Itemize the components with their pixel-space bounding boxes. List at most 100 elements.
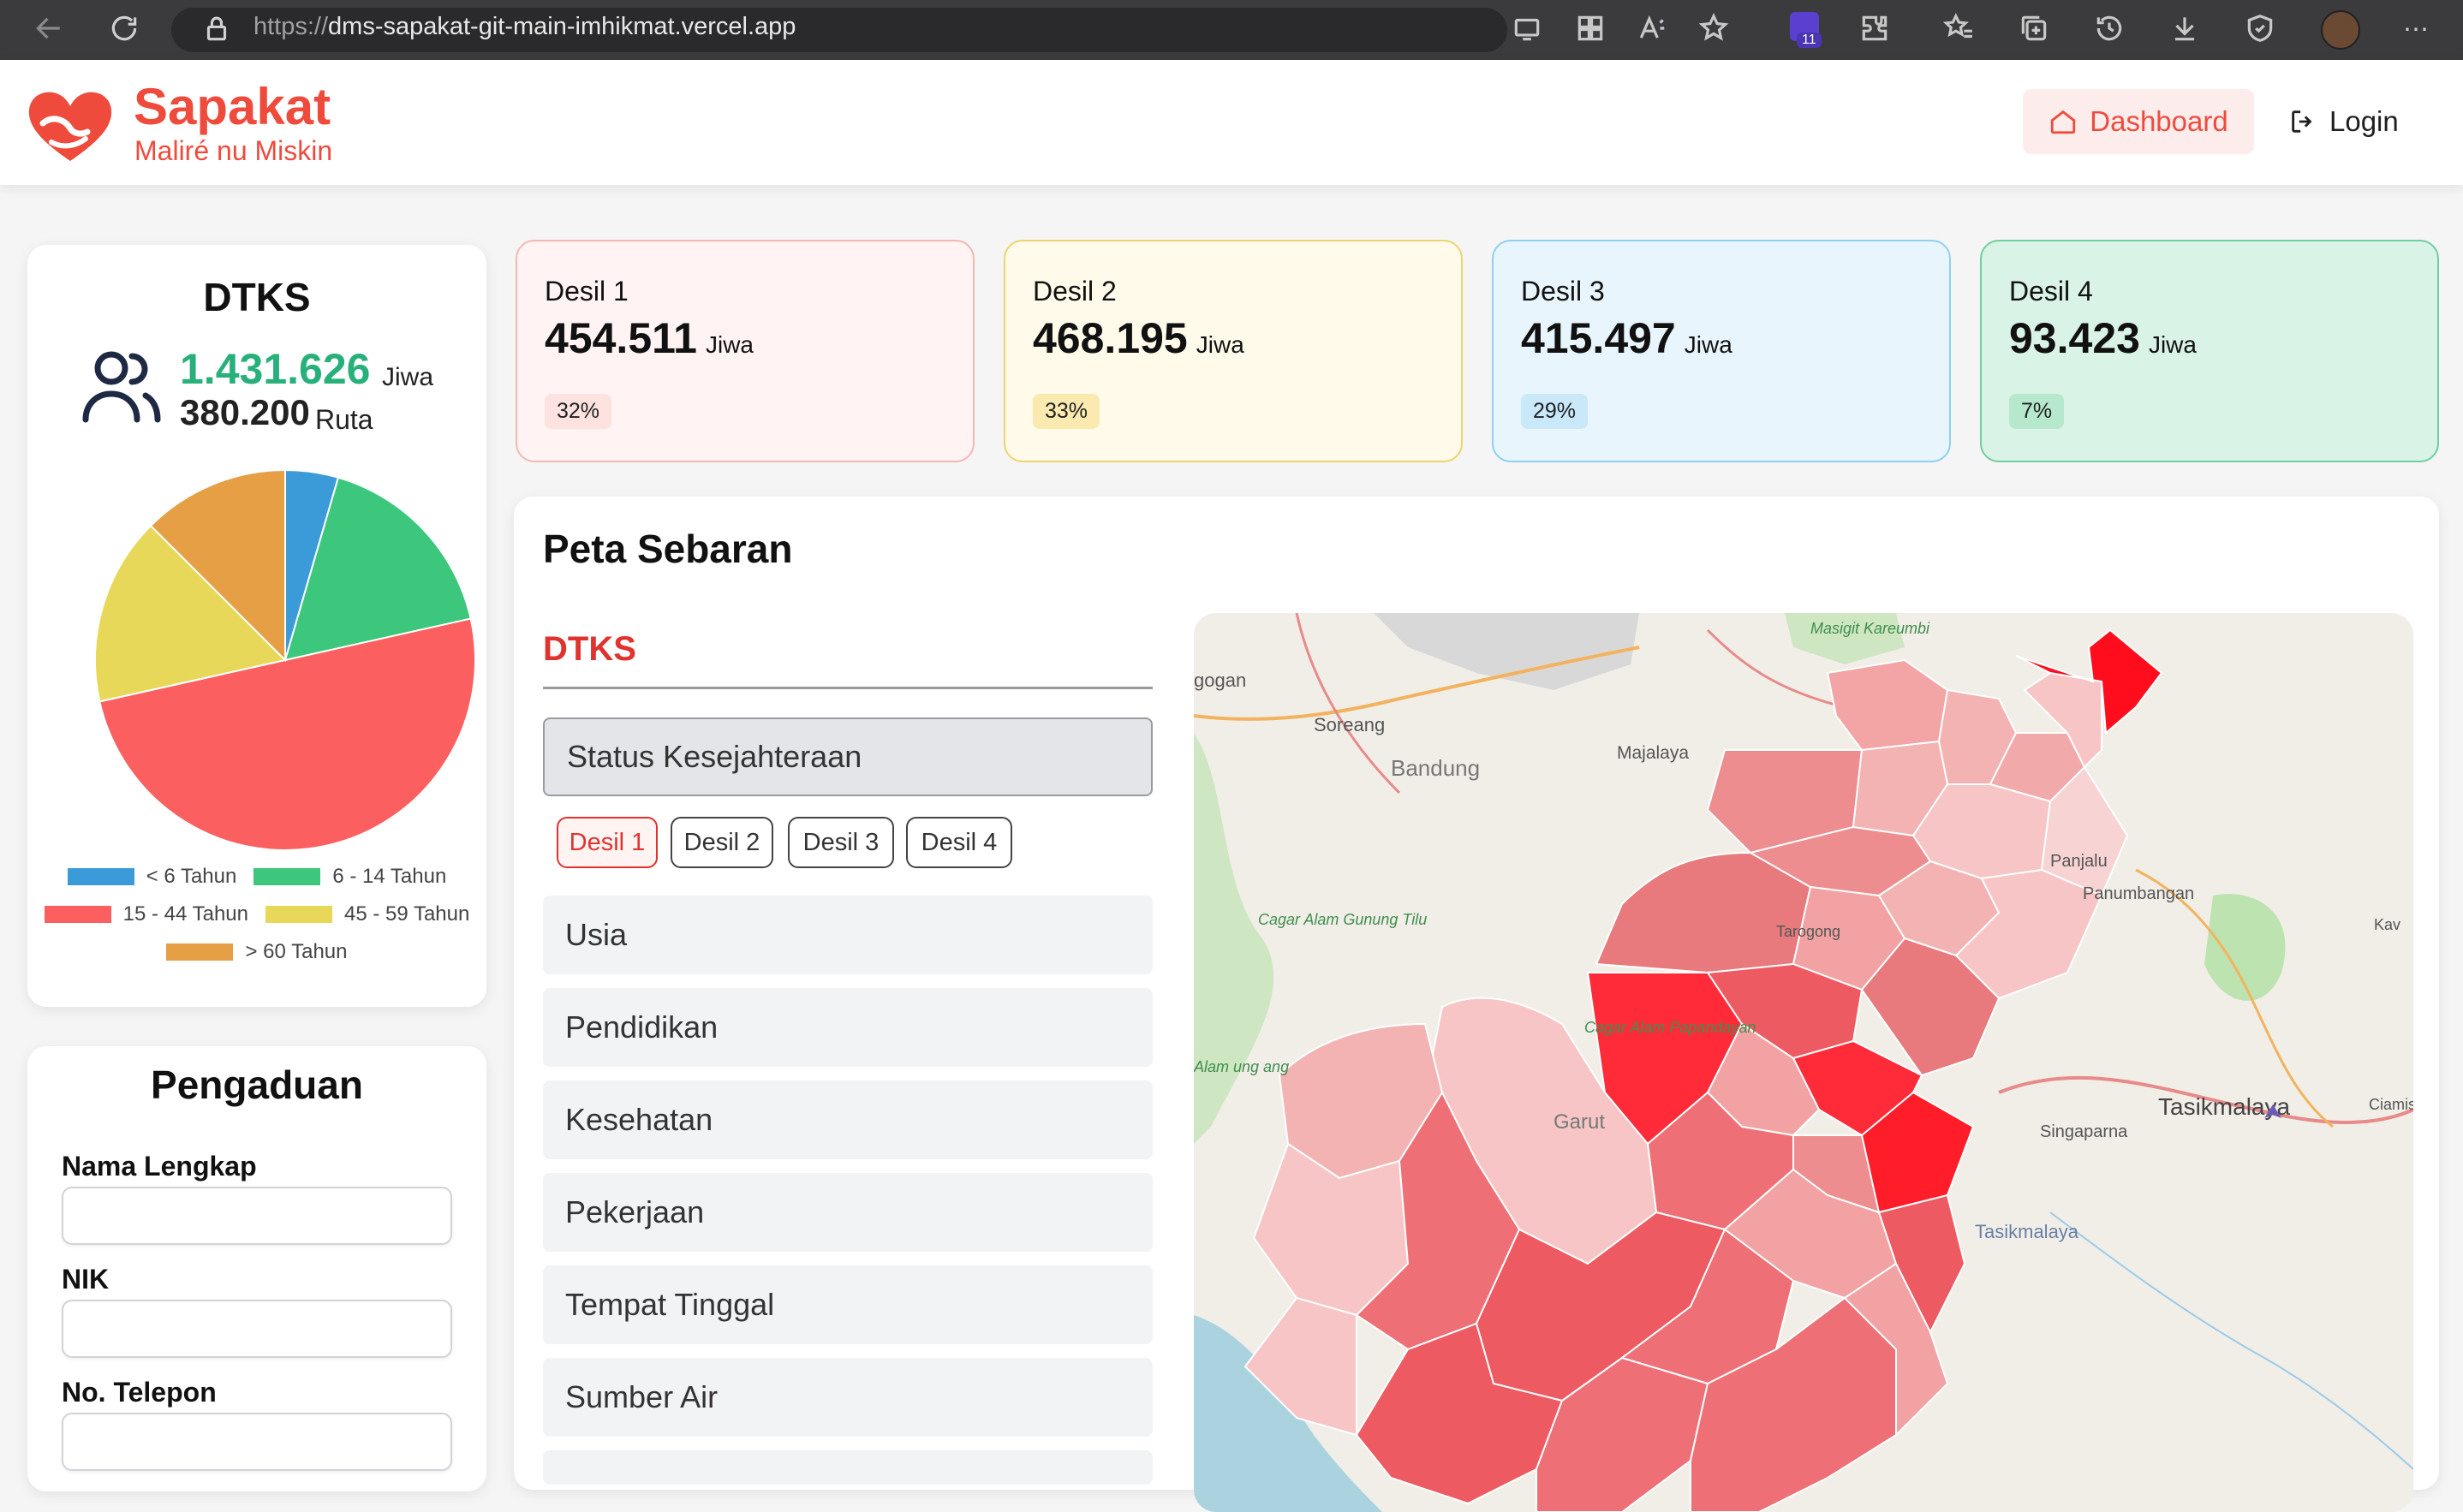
pengaduan-form-card: Pengaduan Nama Lengkap NIK No. Telepon	[27, 1046, 486, 1491]
accordion-status-kesejahteraan[interactable]: Status Kesejahteraan	[543, 717, 1153, 796]
nik-input[interactable]	[62, 1300, 452, 1358]
people-icon	[82, 351, 161, 423]
nama-lengkap-label: Nama Lengkap	[62, 1151, 257, 1182]
map-label: Bandung	[1391, 755, 1480, 781]
nav-login-button[interactable]: Login	[2288, 89, 2425, 154]
total-jiwa-value: 1.431.626	[180, 345, 371, 393]
desil-4-filter-button[interactable]: Desil 4	[906, 817, 1012, 868]
legend-label: > 60 Tahun	[245, 940, 348, 963]
map-label: Majalaya	[1617, 743, 1689, 763]
desil-number: 468.195	[1033, 314, 1188, 362]
legend-label: 15 - 44 Tahun	[122, 902, 248, 926]
dtks-title: DTKS	[203, 275, 311, 319]
map-label: Masigit Kareumbi	[1810, 620, 1930, 637]
accordion-pendidikan[interactable]: Pendidikan	[543, 988, 1153, 1067]
map-label: Garut	[1554, 1110, 1605, 1134]
map-label: Cagar Alam Gunung Tilu	[1258, 911, 1427, 928]
dtks-summary-card: DTKS 1.431.626 Jiwa 380.200 Ruta < 6 Tah…	[27, 245, 486, 1007]
browser-essentials-icon[interactable]	[2242, 12, 2278, 48]
pie-legend-row-3: > 60 Tahun	[27, 940, 486, 964]
legend-item[interactable]: > 60 Tahun	[166, 940, 348, 964]
pie-legend-row-2: 15 - 44 Tahun 45 - 59 Tahun	[27, 902, 486, 926]
legend-swatch	[253, 868, 321, 885]
read-aloud-icon[interactable]	[1634, 12, 1670, 48]
desil-1-filter-button[interactable]: Desil 1	[557, 817, 658, 868]
add-favorite-icon[interactable]	[1696, 12, 1732, 48]
tab-divider	[543, 687, 1153, 689]
desil-1-card[interactable]: Desil 1 454.511 Jiwa 32%	[516, 240, 975, 462]
tab-dtks[interactable]: DTKS	[543, 630, 636, 669]
map-label: Cagar Alam Papandayan	[1584, 1019, 1756, 1036]
brand-tagline: Maliré nu Miskin	[134, 135, 333, 166]
legend-item[interactable]: 6 - 14 Tahun	[253, 865, 446, 889]
legend-item[interactable]: 15 - 44 Tahun	[44, 902, 248, 926]
download-icon[interactable]	[2167, 12, 2203, 48]
legend-item[interactable]: 45 - 59 Tahun	[265, 902, 469, 926]
nav-dashboard-button[interactable]: Dashboard	[2023, 89, 2254, 154]
extension-badge: 11	[1797, 33, 1822, 48]
accordion-next[interactable]	[543, 1450, 1153, 1485]
more-options-icon[interactable]: ⋯	[2398, 12, 2434, 48]
legend-swatch	[67, 868, 134, 885]
pie-legend-row-1: < 6 Tahun 6 - 14 Tahun	[27, 865, 486, 889]
accordion-sumber-air[interactable]: Sumber Air	[543, 1358, 1153, 1437]
desil-number: 454.511	[545, 314, 697, 362]
desil-label: Desil 2	[1033, 276, 1117, 307]
desil-percent-badge: 29%	[1521, 394, 1589, 429]
desil-3-card[interactable]: Desil 3 415.497 Jiwa 29%	[1492, 240, 1951, 462]
lock-icon[interactable]	[199, 12, 235, 48]
legend-label: 6 - 14 Tahun	[332, 865, 447, 888]
map-label: Kav	[2374, 916, 2400, 933]
desil-4-card[interactable]: Desil 4 93.423 Jiwa 7%	[1980, 240, 2439, 462]
home-icon	[2051, 110, 2076, 134]
desil-2-filter-button[interactable]: Desil 2	[671, 817, 773, 868]
total-ruta-value: 380.200	[180, 392, 310, 432]
collections-icon[interactable]	[2016, 12, 2052, 48]
desil-unit: Jiwa	[1684, 331, 1732, 358]
accordion-kesehatan[interactable]: Kesehatan	[543, 1080, 1153, 1159]
total-ruta-unit: Ruta	[315, 404, 373, 435]
map-label: Alam ung ang	[1194, 1058, 1289, 1075]
pengaduan-title: Pengaduan	[151, 1063, 363, 1107]
desil-percent-badge: 7%	[2009, 394, 2065, 429]
desil-unit: Jiwa	[2148, 331, 2197, 358]
map-label: Singaparna	[2040, 1122, 2128, 1141]
map-label: Ciamis	[2369, 1096, 2413, 1113]
apps-icon[interactable]	[1572, 12, 1608, 48]
map-label: Tarogong	[1776, 923, 1840, 940]
legend-item[interactable]: < 6 Tahun	[67, 865, 237, 889]
accordion-pekerjaan[interactable]: Pekerjaan	[543, 1173, 1153, 1252]
screen-cast-icon[interactable]	[1509, 12, 1545, 48]
telepon-input[interactable]	[62, 1413, 452, 1471]
url-text[interactable]: https://dms-sapakat-git-main-imhikmat.ve…	[253, 13, 796, 41]
map-label: Tasikmalaya	[1975, 1221, 2079, 1242]
choropleth-map[interactable]: Soreang Bandung Majalaya Masigit Kareumb…	[1194, 613, 2413, 1512]
map-canvas[interactable]: Soreang Bandung Majalaya Masigit Kareumb…	[1194, 613, 2413, 1512]
accordion-tempat-tinggal[interactable]: Tempat Tinggal	[543, 1265, 1153, 1344]
map-label: Soreang	[1314, 714, 1385, 735]
browser-toolbar: https://dms-sapakat-git-main-imhikmat.ve…	[0, 0, 2463, 60]
history-icon[interactable]	[2091, 12, 2127, 48]
app-header: Sapakat Maliré nu Miskin Dashboard Login	[0, 60, 2463, 185]
age-pie-chart[interactable]	[91, 466, 480, 854]
map-label: Tasikmalaya	[2158, 1093, 2290, 1120]
favorites-icon[interactable]	[1941, 12, 1977, 48]
legend-label: < 6 Tahun	[146, 865, 237, 888]
accordion-usia[interactable]: Usia	[543, 896, 1153, 974]
extensions-puzzle-icon[interactable]	[1857, 12, 1893, 48]
map-label: Panjalu	[2050, 852, 2108, 871]
nav-login-label: Login	[2329, 105, 2399, 137]
url-host: dms-sapakat-git-main-imhikmat.vercel.app	[328, 13, 796, 40]
login-icon	[2292, 110, 2312, 133]
sapakat-logo-icon[interactable]	[26, 89, 115, 164]
map-label: Panumbangan	[2083, 884, 2194, 903]
profile-avatar[interactable]	[2321, 10, 2360, 50]
refresh-icon[interactable]	[106, 12, 142, 48]
nama-lengkap-input[interactable]	[62, 1187, 452, 1245]
brand-name[interactable]: Sapakat	[134, 77, 331, 136]
desil-value: 454.511 Jiwa	[545, 313, 754, 363]
back-icon[interactable]	[31, 12, 67, 48]
desil-number: 415.497	[1521, 314, 1676, 362]
desil-2-card[interactable]: Desil 2 468.195 Jiwa 33%	[1004, 240, 1463, 462]
desil-3-filter-button[interactable]: Desil 3	[788, 817, 894, 868]
